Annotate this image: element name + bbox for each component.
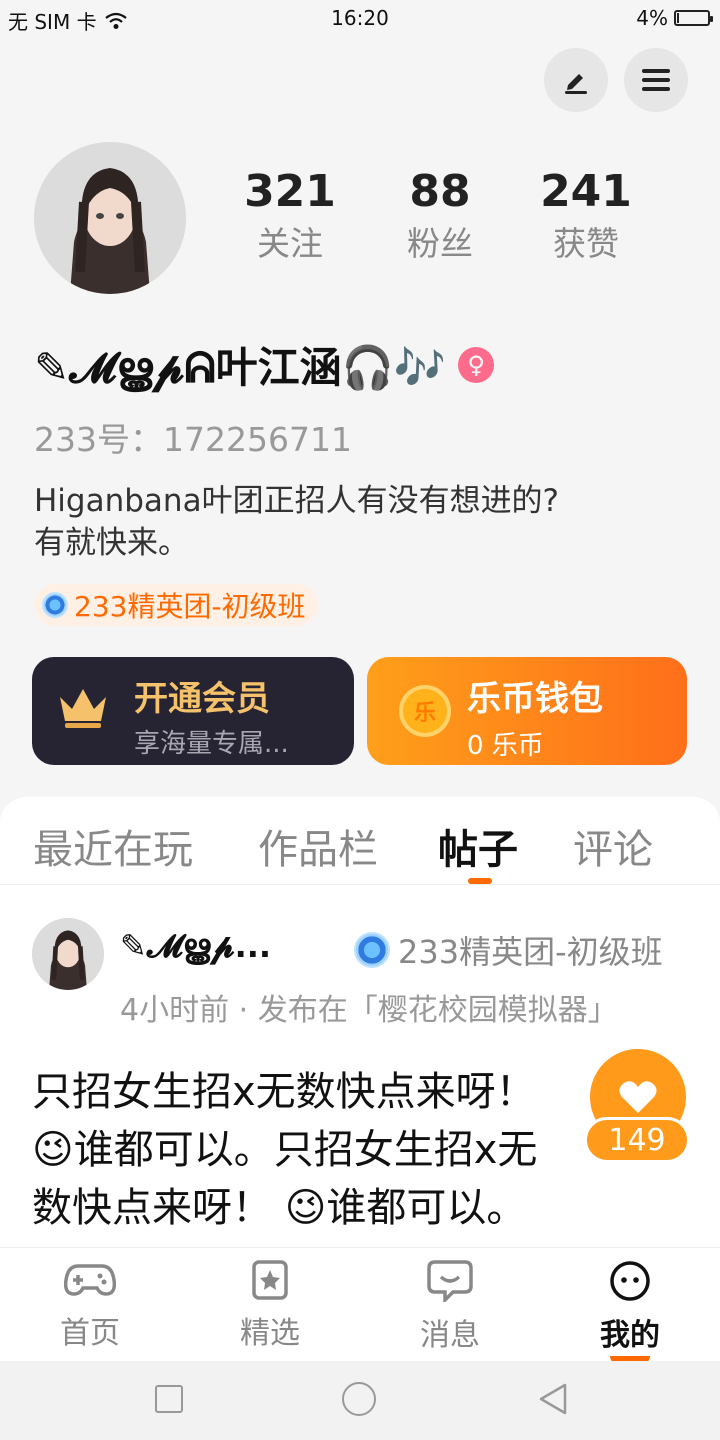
bio-line: 有就快来。: [34, 525, 189, 561]
coin-icon: 乐: [399, 685, 451, 737]
heart-icon: [619, 1081, 657, 1113]
tab-posts[interactable]: 帖子: [438, 817, 518, 875]
post-author-avatar[interactable]: [32, 918, 104, 990]
stat-label: 获赞: [553, 224, 619, 263]
gem-icon: [354, 932, 390, 968]
edit-button[interactable]: [544, 48, 608, 112]
post-author-badge: 233精英团-初级班: [354, 927, 663, 973]
profile-name: ✎𝓜ൠ𝓹ᕱ叶江涵🎧🎶: [34, 343, 447, 392]
nav-featured[interactable]: 精选: [180, 1260, 360, 1352]
post-meta: 4小时前 · 发布在「樱花校园模拟器」: [120, 993, 618, 1028]
edit-icon: [565, 74, 587, 94]
stat-value: 321: [244, 166, 336, 217]
system-nav-bar: [0, 1361, 720, 1440]
group-badge-label: 233精英团-初级班: [74, 590, 306, 623]
avatar-image: [32, 918, 104, 990]
profile-face-icon: [610, 1261, 650, 1301]
battery-icon: [674, 10, 713, 26]
tab-divider: [0, 884, 720, 885]
bio-line: Higanbana叶团正招人有没有想进的?: [34, 483, 560, 519]
menu-button[interactable]: [624, 48, 688, 112]
nav-label: 我的: [600, 1318, 660, 1353]
wallet-balance: 0 乐币: [467, 731, 544, 761]
tab-recent-play[interactable]: 最近在玩: [33, 817, 193, 875]
stat-label: 粉丝: [407, 224, 473, 263]
stat-value: 241: [540, 166, 632, 217]
wifi-icon: [104, 12, 127, 29]
stat-likes[interactable]: 241 获赞: [526, 166, 646, 265]
star-icon: [252, 1260, 288, 1300]
crown-icon: [60, 689, 106, 728]
stat-value: 88: [409, 166, 471, 217]
stat-fans[interactable]: 88 粉丝: [380, 166, 500, 265]
vip-title: 开通会员: [134, 679, 270, 719]
home-button[interactable]: [342, 1382, 376, 1416]
nav-label: 消息: [420, 1318, 480, 1353]
post-content-line: 数快点来呀！ 😉谁都可以。: [32, 1185, 527, 1231]
bottom-nav: 首页 精选 消息 我的: [0, 1247, 720, 1364]
vip-subtitle: 享海量专属...: [134, 729, 289, 759]
nav-label: 首页: [60, 1316, 120, 1351]
wallet-title: 乐币钱包: [467, 679, 603, 719]
recent-apps-button[interactable]: [155, 1385, 183, 1413]
gamepad-icon: [63, 1264, 117, 1296]
bio: Higanbana叶团正招人有没有想进的? 有就快来。: [34, 480, 694, 564]
status-bar: 16:20 无 SIM 卡 4%: [0, 0, 720, 38]
hamburger-menu-icon: [642, 69, 670, 91]
status-carrier: 无 SIM 卡: [8, 10, 97, 34]
battery-percent: 4%: [636, 6, 668, 30]
nav-messages[interactable]: 消息: [360, 1260, 540, 1354]
user-id: 233号：172256711: [34, 420, 352, 459]
wallet-card[interactable]: 乐 乐币钱包 0 乐币: [367, 657, 687, 765]
group-badge[interactable]: 233精英团-初级班: [34, 584, 318, 626]
gem-icon: [42, 592, 68, 618]
avatar[interactable]: [34, 142, 186, 294]
nav-home[interactable]: 首页: [0, 1260, 180, 1352]
stat-label: 关注: [257, 224, 323, 263]
vip-card[interactable]: 开通会员 享海量专属...: [32, 657, 354, 765]
avatar-image: [34, 142, 186, 294]
tab-works[interactable]: 作品栏: [258, 817, 378, 875]
back-button[interactable]: [537, 1382, 569, 1416]
post-author-name[interactable]: ✎𝓜ൠ𝓹...: [120, 927, 340, 966]
nav-me[interactable]: 我的: [540, 1260, 720, 1364]
profile-name-row: ✎𝓜ൠ𝓹ᕱ叶江涵🎧🎶 ♀: [34, 334, 495, 395]
chat-icon: [427, 1260, 473, 1305]
stat-following[interactable]: 321 关注: [230, 166, 350, 265]
post-badge-label: 233精英团-初级班: [398, 933, 663, 971]
tab-comments[interactable]: 评论: [573, 817, 653, 875]
nav-label: 精选: [240, 1316, 300, 1351]
gender-female-icon: ♀: [458, 346, 495, 383]
content-panel: 最近在玩 作品栏 帖子 评论 ✎𝓜ൠ𝓹... 233精英团-初级班 4小时前 ·…: [0, 797, 720, 1260]
like-count: 149: [584, 1117, 690, 1163]
